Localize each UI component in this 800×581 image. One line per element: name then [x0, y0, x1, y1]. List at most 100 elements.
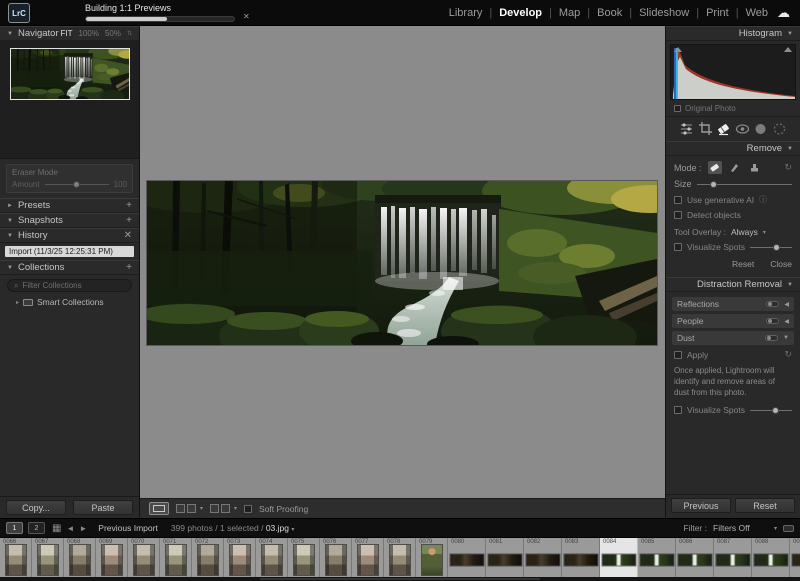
go-forward-icon[interactable]: ►: [79, 524, 87, 533]
original-photo-row[interactable]: Original Photo: [666, 102, 800, 116]
dust-toggle[interactable]: [765, 335, 778, 341]
filmstrip-thumbnail-0082[interactable]: 0082: [524, 538, 562, 577]
distraction-row-dust[interactable]: Dust ▼: [672, 331, 794, 345]
detect-objects-checkbox[interactable]: [674, 211, 682, 219]
reset-button[interactable]: Reset: [735, 498, 795, 513]
add-collection-icon[interactable]: +: [126, 262, 132, 273]
module-tab-map[interactable]: Map: [559, 7, 580, 19]
filmstrip-thumbnail-0067[interactable]: 0067: [32, 538, 64, 577]
distraction-row-people[interactable]: People ◀: [672, 314, 794, 328]
filmstrip-source[interactable]: Previous Import: [98, 523, 158, 533]
edit-sliders-icon[interactable]: [679, 121, 694, 136]
filmstrip-thumbnail-0087[interactable]: 0087: [714, 538, 752, 577]
expand-left-icon[interactable]: ◀: [784, 318, 789, 325]
split-view-y-icon[interactable]: [210, 504, 219, 513]
apply-checkbox[interactable]: [674, 351, 682, 359]
refresh-icon[interactable]: ↻: [784, 162, 792, 173]
collection-item-smart-collections[interactable]: ▸ Smart Collections: [0, 294, 139, 310]
shadow-clipping-icon[interactable]: [674, 47, 682, 52]
before-after-left-icon[interactable]: [176, 504, 185, 513]
histogram-header[interactable]: Histogram ▼: [666, 26, 800, 41]
filmstrip-thumbnail-0072[interactable]: 0072: [192, 538, 224, 577]
people-toggle[interactable]: [766, 318, 779, 324]
refresh-icon[interactable]: ↻: [784, 349, 792, 360]
filter-switch-icon[interactable]: [783, 525, 794, 532]
filter-dropdown[interactable]: Filters Off ▾: [713, 523, 777, 533]
zoom-100[interactable]: 100%: [78, 29, 98, 38]
filmstrip-thumbnail-0086[interactable]: 0086: [676, 538, 714, 577]
main-photo[interactable]: [147, 181, 657, 345]
lens-blur-icon[interactable]: [772, 121, 787, 136]
filmstrip-thumbnail-0070[interactable]: 0070: [128, 538, 160, 577]
module-tab-web[interactable]: Web: [746, 7, 768, 19]
histogram-display[interactable]: [670, 44, 796, 100]
main-window-button[interactable]: 1: [6, 522, 23, 534]
visualize-spots-checkbox[interactable]: [674, 243, 682, 251]
progress-cancel-icon[interactable]: ✕: [243, 12, 250, 21]
filmstrip-thumbnail-0084[interactable]: 0084: [600, 538, 638, 577]
filmstrip-thumbnail-0088[interactable]: 0088: [752, 538, 790, 577]
history-header[interactable]: ▼ History ✕: [0, 228, 139, 243]
remove-panel-header[interactable]: Remove ▼: [666, 141, 800, 156]
presets-header[interactable]: ► Presets +: [0, 198, 139, 213]
filmstrip-thumbnail-0074[interactable]: 0074: [256, 538, 288, 577]
dust-visualize-spots-slider[interactable]: [750, 406, 792, 415]
module-tab-book[interactable]: Book: [597, 7, 622, 19]
cloud-sync-icon[interactable]: ☁: [777, 5, 790, 21]
filmstrip-thumbnail-0079[interactable]: 0079: [416, 538, 448, 577]
tool-overlay-value[interactable]: Always: [731, 227, 758, 237]
before-after-left-right-group[interactable]: ▾: [176, 504, 203, 513]
before-after-split-group[interactable]: ▾: [210, 504, 237, 513]
dust-visualize-spots-checkbox[interactable]: [674, 406, 682, 414]
chevron-down-icon[interactable]: ▾: [234, 505, 237, 512]
mode-heal-icon[interactable]: [728, 161, 742, 174]
filmstrip-thumbnail-0066[interactable]: 0066: [0, 538, 32, 577]
filmstrip-thumbnail-0080[interactable]: 0080: [448, 538, 486, 577]
filmstrip-thumbnail-0081[interactable]: 0081: [486, 538, 524, 577]
clear-history-icon[interactable]: ✕: [124, 230, 132, 241]
filmstrip-thumbnail-0089[interactable]: 0089: [790, 538, 800, 577]
grid-view-icon[interactable]: ▦: [52, 523, 61, 534]
history-item-import[interactable]: Import (11/3/25 12:25:31 PM): [5, 246, 134, 257]
filmstrip-thumbnail-0085[interactable]: 0085: [638, 538, 676, 577]
reflections-toggle[interactable]: [766, 301, 779, 307]
filmstrip-thumbnail-0075[interactable]: 0075: [288, 538, 320, 577]
filmstrip-thumbnail-0077[interactable]: 0077: [352, 538, 384, 577]
use-generative-ai-checkbox[interactable]: [674, 196, 682, 204]
paste-button[interactable]: Paste: [73, 500, 133, 515]
snapshots-header[interactable]: ▼ Snapshots +: [0, 213, 139, 228]
mode-clone-icon[interactable]: [748, 161, 762, 174]
filmstrip-thumbnail-0076[interactable]: 0076: [320, 538, 352, 577]
info-icon[interactable]: ⓘ: [759, 194, 767, 205]
loupe-view-icon[interactable]: [149, 502, 169, 515]
soft-proofing-checkbox[interactable]: [244, 505, 252, 513]
collections-search-input[interactable]: ⌕ Filter Collections: [7, 279, 132, 292]
expand-left-icon[interactable]: ◀: [784, 301, 789, 308]
zoom-level-arrows-icon[interactable]: ⇅: [127, 30, 132, 37]
module-tab-develop[interactable]: Develop: [499, 7, 542, 19]
module-tab-slideshow[interactable]: Slideshow: [639, 7, 689, 19]
expand-down-icon[interactable]: ▼: [783, 335, 789, 341]
split-view-yy-icon[interactable]: [221, 504, 230, 513]
collections-header[interactable]: ▼ Collections +: [0, 260, 139, 275]
add-snapshot-icon[interactable]: +: [126, 215, 132, 226]
filmstrip-thumbnail-0068[interactable]: 0068: [64, 538, 96, 577]
amount-slider[interactable]: [45, 180, 109, 189]
visualize-spots-slider[interactable]: [750, 243, 792, 252]
zoom-50[interactable]: 50%: [105, 29, 121, 38]
second-window-button[interactable]: 2: [28, 522, 45, 534]
disclosure-triangle-icon[interactable]: ▸: [16, 299, 19, 306]
before-after-right-icon[interactable]: [187, 504, 196, 513]
original-photo-checkbox[interactable]: [674, 105, 681, 112]
remove-reset-button[interactable]: Reset: [732, 259, 754, 269]
module-tab-print[interactable]: Print: [706, 7, 729, 19]
filmstrip-thumbnail-0069[interactable]: 0069: [96, 538, 128, 577]
distraction-row-reflections[interactable]: Reflections ◀: [672, 297, 794, 311]
remove-close-button[interactable]: Close: [770, 259, 792, 269]
crop-icon[interactable]: [698, 121, 713, 136]
filmstrip-scrollbar[interactable]: [0, 577, 800, 581]
module-tab-library[interactable]: Library: [449, 7, 483, 19]
navigator-header[interactable]: ▼ Navigator FIT 100% 50% ⇅: [0, 26, 139, 41]
red-eye-icon[interactable]: [735, 121, 750, 136]
zoom-fit[interactable]: FIT: [60, 29, 72, 38]
